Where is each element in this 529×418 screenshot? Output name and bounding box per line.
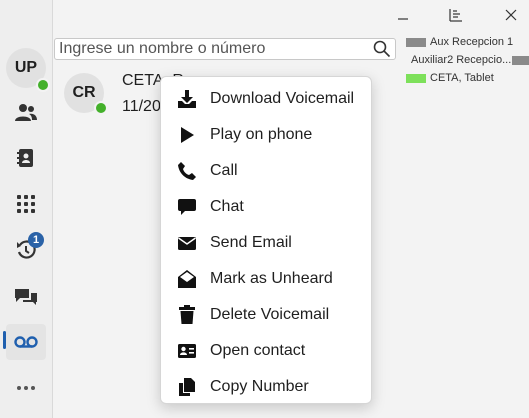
active-indicator — [3, 331, 6, 349]
search-icon — [373, 40, 391, 58]
menu-item-download-voicemail[interactable]: Download Voicemail — [161, 81, 371, 117]
chat-icon — [15, 289, 37, 305]
copy-icon — [176, 376, 198, 398]
menu-item-label: Mark as Unheard — [210, 270, 333, 287]
menu-item-play-on-phone[interactable]: Play on phone — [161, 117, 371, 153]
menu-item-send-email[interactable]: Send Email — [161, 225, 371, 261]
contact-item[interactable]: Auxiliar2 Recepcio... — [400, 52, 529, 70]
voicemail-icon — [14, 336, 38, 348]
chat-bubble-icon — [176, 196, 198, 218]
menu-item-label: Delete Voicemail — [210, 306, 330, 323]
menu-item-label: Chat — [210, 198, 244, 215]
menu-item-open-contact[interactable]: Open contact — [161, 333, 371, 369]
app-window: UP 1 Ingrese un nombre o número Aux Rece… — [0, 0, 529, 418]
contact-label: Aux Recepcion 1 — [430, 36, 514, 48]
sidebar: UP 1 — [0, 0, 53, 418]
sidebar-item-more[interactable] — [10, 372, 42, 404]
open-envelope-icon — [176, 268, 198, 290]
voicemail-initials: CR — [72, 84, 96, 101]
contact-card-icon — [176, 340, 198, 362]
sidebar-item-address-book[interactable] — [10, 142, 42, 174]
trash-icon — [176, 304, 198, 326]
menu-item-label: Call — [210, 162, 238, 179]
menu-item-copy-number[interactable]: Copy Number — [161, 369, 371, 405]
minimize-button[interactable] — [388, 4, 418, 26]
close-icon — [505, 9, 517, 21]
user-initials: UP — [14, 59, 38, 76]
user-presence-dot — [36, 78, 50, 92]
context-menu: Download Voicemail Play on phone Call Ch… — [160, 76, 372, 404]
menu-item-mark-as-unheard[interactable]: Mark as Unheard — [161, 261, 371, 297]
sidebar-item-chat[interactable] — [10, 281, 42, 313]
address-book-icon — [17, 149, 33, 167]
search-input[interactable] — [55, 39, 373, 59]
contact-label: CETA, Tablet — [430, 72, 494, 84]
sidebar-item-voicemail[interactable] — [10, 326, 42, 358]
search-box — [54, 38, 396, 60]
more-icon — [17, 386, 35, 390]
status-swatch — [406, 74, 426, 83]
menu-item-delete-voicemail[interactable]: Delete Voicemail — [161, 297, 371, 333]
layout-button[interactable] — [441, 4, 471, 26]
status-swatch — [406, 38, 426, 47]
menu-item-label: Play on phone — [210, 126, 313, 143]
dialpad-icon — [17, 195, 35, 213]
contact-label: Auxiliar2 Recepcio... — [411, 54, 512, 66]
voicemail-date: 11/20 — [122, 98, 161, 115]
search-button[interactable] — [373, 40, 391, 63]
voicemail-presence-dot — [94, 101, 108, 115]
menu-item-label: Send Email — [210, 234, 292, 251]
sidebar-item-contacts[interactable] — [10, 97, 42, 129]
minimize-icon — [398, 18, 408, 20]
history-badge: 1 — [28, 232, 44, 248]
close-button[interactable] — [496, 4, 526, 26]
status-swatch — [512, 56, 529, 65]
menu-item-label: Open contact — [210, 342, 306, 359]
contact-item[interactable]: CETA, Tablet — [400, 70, 529, 88]
contact-item[interactable]: Aux Recepcion 1 — [400, 34, 529, 52]
people-icon — [15, 104, 37, 121]
contacts-panel: Aux Recepcion 1 Auxiliar2 Recepcio... CE… — [400, 34, 529, 88]
download-icon — [176, 88, 198, 110]
menu-item-label: Download Voicemail — [210, 90, 355, 107]
phone-icon — [176, 160, 198, 182]
layout-icon — [449, 9, 462, 22]
play-icon — [176, 124, 198, 146]
sidebar-item-dialpad[interactable] — [10, 188, 42, 220]
history-badge-count: 1 — [32, 234, 40, 246]
menu-item-label: Copy Number — [210, 378, 309, 395]
menu-item-chat[interactable]: Chat — [161, 189, 371, 225]
menu-item-call[interactable]: Call — [161, 153, 371, 189]
envelope-icon — [176, 232, 198, 254]
